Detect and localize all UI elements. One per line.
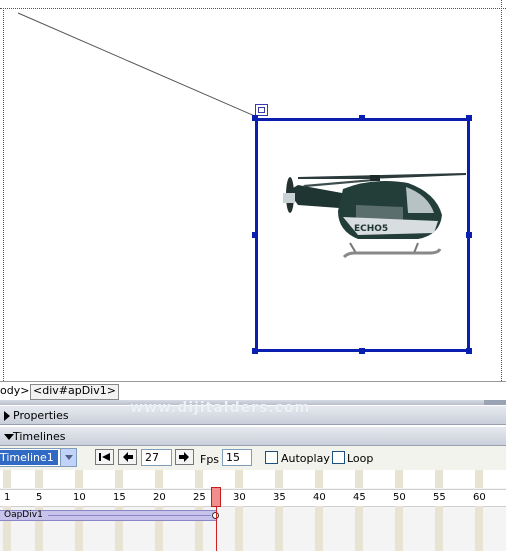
frame-column — [275, 470, 283, 488]
animation-bar-line — [48, 515, 211, 516]
loop-checkbox[interactable] — [332, 451, 345, 464]
step-forward-icon — [179, 452, 189, 462]
timelines-panel-header[interactable]: Timelines — [0, 426, 506, 446]
resize-handle[interactable] — [252, 348, 258, 354]
resize-handle[interactable] — [466, 348, 472, 354]
step-back-icon — [123, 452, 133, 462]
timeline-toolbar: Timeline1 27 Fps 15 Autoplay Loop — [0, 446, 506, 470]
resize-handle[interactable] — [359, 115, 365, 121]
frame-column — [395, 506, 403, 551]
playhead[interactable] — [211, 487, 221, 507]
frame-number: 20 — [153, 492, 166, 503]
frame-column — [275, 506, 283, 551]
frame-number: 15 — [113, 492, 126, 503]
rewind-button[interactable] — [95, 449, 114, 465]
frame-column — [35, 470, 43, 488]
frame-column — [475, 506, 483, 551]
frame-column — [475, 470, 483, 488]
behaviors-channel[interactable] — [0, 470, 506, 488]
frame-number-ruler[interactable]: 1 5 10 15 20 25 30 35 40 45 50 55 60 — [0, 489, 506, 507]
frame-number: 10 — [73, 492, 86, 503]
autoplay-checkbox[interactable] — [265, 451, 278, 464]
timeline-grid[interactable]: 1 5 10 15 20 25 30 35 40 45 50 55 60 OapDiv1 — [0, 470, 506, 551]
watermark-text: www.dijitalders.com — [130, 400, 311, 416]
playhead-line — [216, 507, 217, 551]
frame-number: 55 — [433, 492, 446, 503]
timeline-select[interactable]: Timeline1 — [0, 448, 77, 467]
svg-text:ECHO5: ECHO5 — [354, 224, 388, 234]
frame-column — [235, 470, 243, 488]
frame-column — [3, 470, 11, 488]
frame-column — [235, 506, 243, 551]
frame-column — [355, 470, 363, 488]
frame-column — [435, 506, 443, 551]
loop-label: Loop — [347, 452, 374, 465]
frame-column — [315, 470, 323, 488]
frame-column — [155, 470, 163, 488]
timeline-select-value: Timeline1 — [0, 450, 58, 465]
frame-number: 5 — [36, 492, 43, 503]
chevron-down-icon[interactable] — [60, 449, 76, 466]
frame-number: 50 — [393, 492, 406, 503]
frame-column — [195, 470, 203, 488]
properties-panel-title: Properties — [13, 409, 69, 422]
frame-number: 30 — [233, 492, 246, 503]
frame-number: 1 — [4, 492, 11, 503]
tag-div-apdiv1[interactable]: <div#apDiv1> — [30, 384, 119, 400]
frame-column — [435, 470, 443, 488]
animation-bar-label: OapDiv1 — [4, 510, 43, 520]
frame-column — [355, 506, 363, 551]
expand-arrow-icon — [4, 411, 10, 421]
tag-selector-bar: ody> <div#apDiv1> — [0, 381, 506, 400]
autoplay-label: Autoplay — [281, 452, 330, 465]
design-canvas[interactable]: ECHO5 — [0, 0, 506, 381]
rewind-to-start-icon — [99, 453, 110, 461]
frame-column — [115, 470, 123, 488]
frame-column — [315, 506, 323, 551]
frame-number: 45 — [353, 492, 366, 503]
play-button[interactable] — [175, 449, 194, 465]
frame-number: 40 — [313, 492, 326, 503]
fps-label: Fps — [200, 453, 220, 466]
current-frame-input[interactable]: 27 — [141, 449, 172, 466]
fps-input[interactable]: 15 — [222, 449, 252, 466]
resize-handle[interactable] — [252, 115, 258, 121]
frame-number: 25 — [193, 492, 206, 503]
timelines-panel-title: Timelines — [13, 430, 66, 443]
back-button[interactable] — [118, 449, 137, 465]
helicopter-image: ECHO5 — [283, 173, 466, 259]
resize-handle[interactable] — [466, 115, 472, 121]
resize-handle[interactable] — [359, 348, 365, 354]
tag-body[interactable]: ody> — [0, 384, 29, 398]
frame-number: 60 — [473, 492, 486, 503]
frame-column — [395, 470, 403, 488]
frame-number: 35 — [273, 492, 286, 503]
frame-column — [75, 470, 83, 488]
